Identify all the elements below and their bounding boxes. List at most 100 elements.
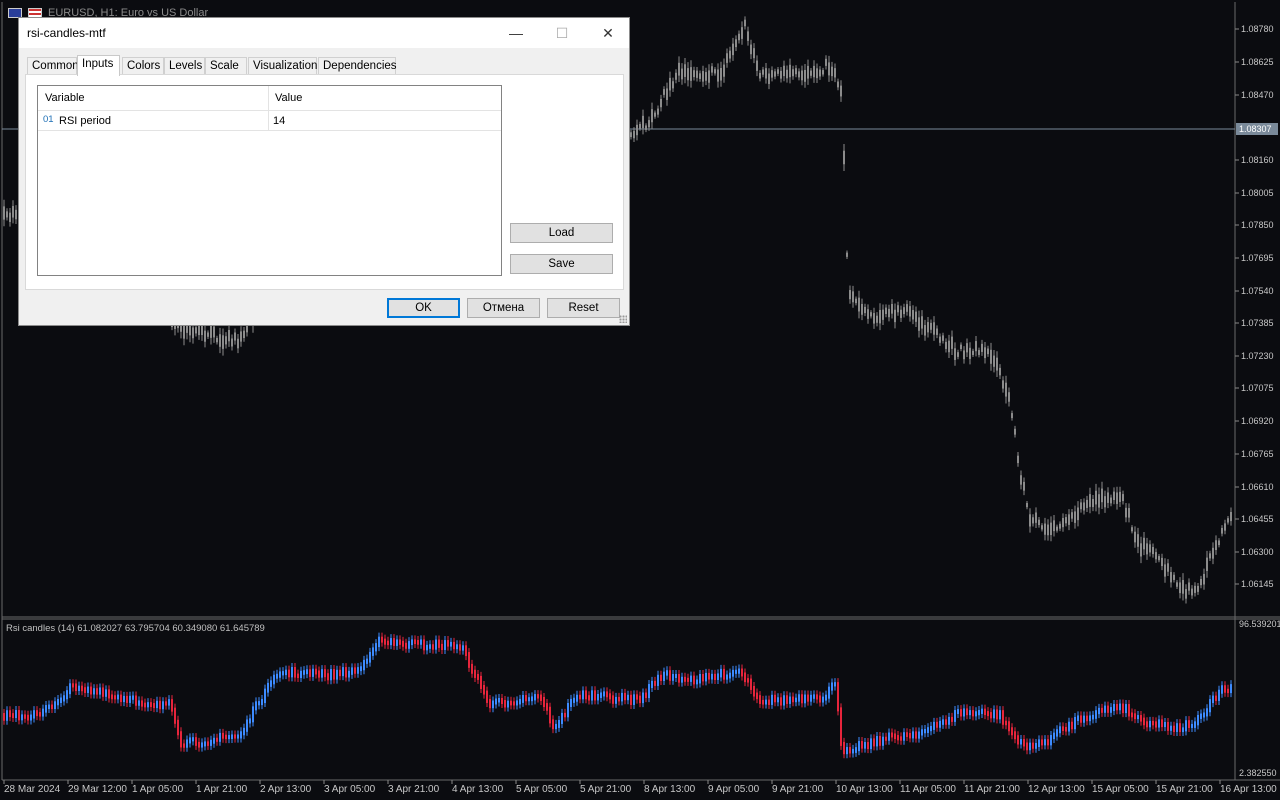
price-candle-body	[762, 69, 764, 75]
rsi-candle-body	[414, 639, 416, 645]
rsi-candle-body	[1215, 695, 1217, 701]
rsi-candle-body	[723, 668, 725, 680]
rsi-candle-body	[840, 707, 842, 746]
price-candle-body	[1179, 582, 1181, 594]
rsi-candle-body	[1191, 723, 1193, 728]
resize-grip[interactable]	[619, 315, 627, 323]
rsi-candle-body	[396, 639, 398, 646]
column-value[interactable]: Value	[275, 92, 302, 104]
rsi-candle-body	[609, 693, 611, 700]
price-candle-body	[846, 252, 848, 257]
rsi-candle-body	[1029, 742, 1031, 751]
tab-levels[interactable]: Levels	[164, 57, 205, 75]
rsi-candle-body	[777, 697, 779, 703]
rsi-candle-body	[1080, 715, 1082, 723]
rsi-candle-body	[300, 670, 302, 679]
rsi-candle-body	[966, 708, 968, 716]
rsi-candle-body	[1137, 715, 1139, 720]
rsi-candle-body	[18, 710, 20, 721]
rsi-candle-body	[231, 734, 233, 740]
rsi-candle-body	[936, 721, 938, 728]
rsi-candle-body	[450, 641, 452, 647]
rsi-candle-body	[1218, 689, 1220, 701]
rsi-candle-body	[924, 728, 926, 734]
rsi-candle-body	[432, 644, 434, 650]
rsi-candle-body	[738, 668, 740, 674]
rsi-candle-body	[957, 709, 959, 715]
grid-header: Variable Value	[38, 86, 501, 111]
rsi-candle-body	[615, 696, 617, 704]
rsi-candle-body	[549, 706, 551, 724]
price-candle-body	[732, 43, 734, 56]
tab-scale[interactable]: Scale	[205, 57, 247, 75]
inputs-grid[interactable]: Variable Value 01 RSI period 14	[37, 85, 502, 276]
rsi-candle-body	[591, 690, 593, 701]
table-row[interactable]: 01 RSI period 14	[38, 110, 501, 131]
rsi-candle-body	[831, 682, 833, 691]
rsi-candle-body	[1050, 735, 1052, 746]
price-candle-body	[864, 306, 866, 314]
price-candle-body	[1221, 527, 1223, 534]
maximize-icon[interactable]: ☐	[539, 18, 585, 48]
rsi-candle-body	[1071, 721, 1073, 730]
save-button[interactable]: Save	[510, 254, 613, 274]
price-candle-body	[669, 77, 671, 91]
time-tick-label: 4 Apr 13:00	[452, 784, 504, 795]
dialog-titlebar[interactable]: rsi-candles-mtf — ☐ ✕	[19, 18, 629, 48]
close-icon[interactable]: ✕	[585, 18, 631, 48]
rsi-candle-body	[327, 673, 329, 681]
tab-visualization[interactable]: Visualization	[248, 57, 317, 75]
rsi-candle-body	[528, 697, 530, 702]
price-candle-body	[975, 341, 977, 352]
price-candle-body	[1194, 585, 1196, 593]
rsi-candle-body	[681, 676, 683, 683]
load-button[interactable]: Load	[510, 223, 613, 243]
rsi-candle-body	[147, 702, 149, 708]
cancel-button[interactable]: Отмена	[467, 298, 540, 318]
price-candle-body	[690, 67, 692, 81]
ok-button[interactable]: OK	[387, 298, 460, 318]
rsi-candle-body	[30, 714, 32, 721]
rsi-candle-body	[318, 670, 320, 678]
rsi-candle-body	[93, 688, 95, 695]
tab-common[interactable]: Common	[27, 57, 79, 75]
price-candle-body	[1041, 525, 1043, 530]
row-value[interactable]: 14	[273, 115, 285, 127]
price-candle-body	[648, 120, 650, 128]
rsi-candle-body	[225, 734, 227, 740]
price-candle-body	[1197, 585, 1199, 592]
price-candle-body	[1185, 589, 1187, 599]
rsi-candle-body	[747, 678, 749, 683]
column-variable[interactable]: Variable	[45, 92, 85, 104]
tab-colors[interactable]: Colors	[122, 57, 164, 75]
price-candle-body	[891, 303, 893, 314]
rsi-candle-body	[246, 719, 248, 732]
rsi-candle-body	[669, 670, 671, 681]
tab-dependencies[interactable]: Dependencies	[318, 57, 397, 75]
price-candle-body	[1161, 557, 1163, 567]
rsi-candle-body	[1068, 721, 1070, 732]
rsi-candle-body	[843, 741, 845, 755]
price-candle-body	[1224, 523, 1226, 531]
time-tick-label: 5 Apr 21:00	[580, 784, 632, 795]
rsi-candle-body	[1206, 708, 1208, 717]
rsi-candle-body	[48, 704, 50, 710]
time-tick-label: 5 Apr 05:00	[516, 784, 568, 795]
price-candle-body	[1143, 537, 1145, 550]
price-candle-body	[1074, 511, 1076, 523]
rsi-candles	[3, 632, 1232, 759]
rsi-candle-body	[459, 644, 461, 651]
rsi-candle-body	[1101, 707, 1103, 713]
price-candle-body	[972, 350, 974, 355]
price-candle-body	[861, 303, 863, 315]
minimize-icon[interactable]: —	[493, 18, 539, 48]
rsi-candle-body	[462, 645, 464, 651]
rsi-candle-body	[1020, 739, 1022, 745]
rsi-candle-body	[984, 708, 986, 716]
rsi-candle-body	[942, 719, 944, 725]
tab-inputs[interactable]: Inputs	[77, 55, 120, 76]
rsi-candle-body	[63, 695, 65, 702]
price-candle-body	[699, 73, 701, 79]
rsi-candle-body	[75, 683, 77, 692]
reset-button[interactable]: Reset	[547, 298, 620, 318]
